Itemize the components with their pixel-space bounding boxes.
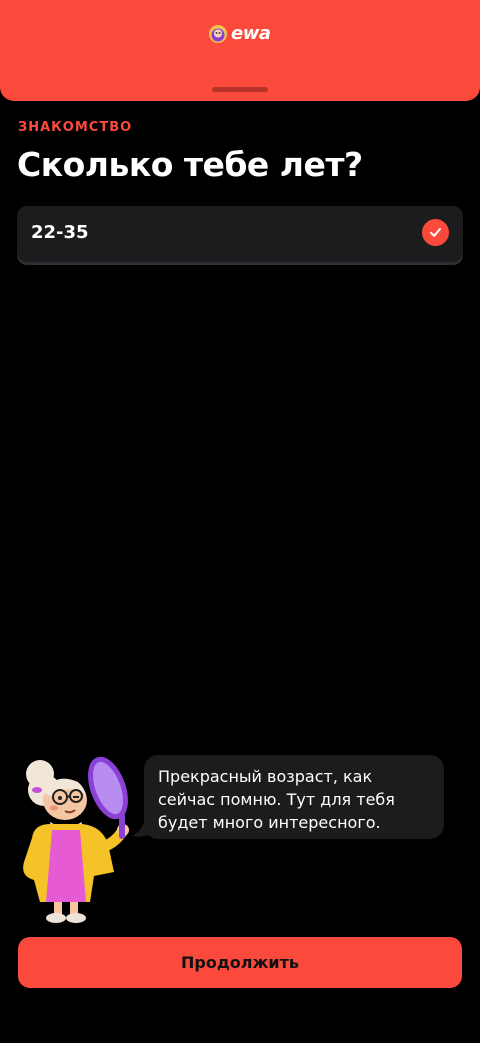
onboarding-screen: ewa ЗНАКОМСТВО Сколько тебе лет? 22-35 П… xyxy=(0,0,480,1043)
assistant-speech-bubble: Прекрасный возраст, как сейчас помню. Ту… xyxy=(144,755,444,839)
step-eyebrow: ЗНАКОМСТВО xyxy=(18,120,133,135)
continue-button[interactable]: Продолжить xyxy=(18,937,462,988)
message-line-2: сейчас помню. Тут для тебя xyxy=(158,790,395,809)
app-logo: ewa xyxy=(208,22,271,46)
top-bar: ewa xyxy=(0,0,480,101)
age-answer-value: 22-35 xyxy=(31,222,89,243)
age-answer-field[interactable]: 22-35 xyxy=(17,206,463,262)
ewa-mascot-logo-icon xyxy=(209,25,227,43)
message-line-3: будет много интересного. xyxy=(158,813,381,832)
message-line-1: Прекрасный возраст, как xyxy=(158,767,373,786)
grandma-magnifier-illustration xyxy=(23,756,129,923)
logo-text: ewa xyxy=(231,23,271,44)
check-icon xyxy=(422,219,449,246)
page-title: Сколько тебе лет? xyxy=(17,145,363,184)
drag-handle[interactable] xyxy=(212,87,268,92)
